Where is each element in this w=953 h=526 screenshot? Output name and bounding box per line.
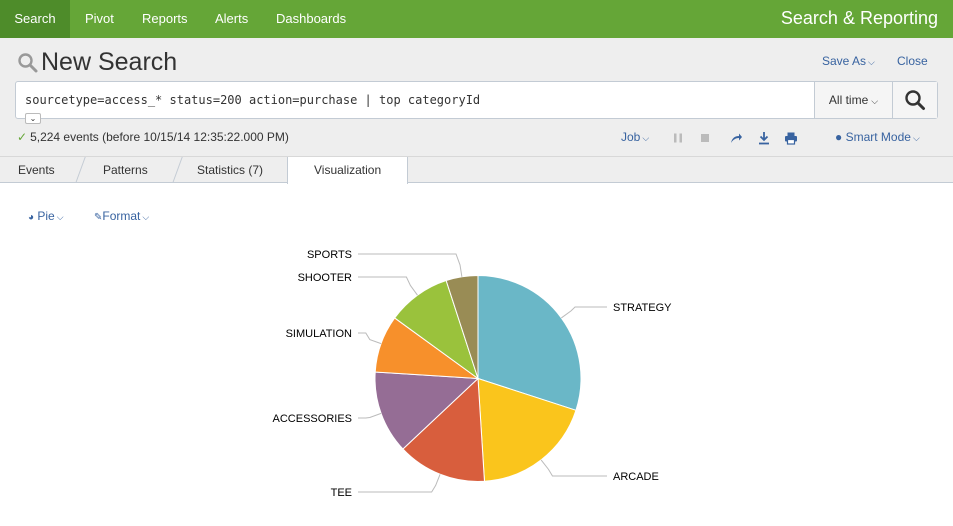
- chart-type-label: Pie: [37, 209, 55, 223]
- time-range-label: All time: [828, 93, 869, 107]
- print-icon[interactable]: [784, 131, 798, 145]
- leader-line-tee: [358, 474, 441, 493]
- tab-patterns[interactable]: Patterns: [103, 157, 148, 183]
- save-as-label: Save As: [822, 54, 867, 68]
- chevron-down-icon: ⌵: [142, 212, 150, 222]
- leader-line-simulation: [358, 332, 382, 345]
- slice-label-shooter: SHOOTER: [298, 272, 352, 284]
- chevron-down-icon: ⌵: [871, 96, 879, 106]
- search-mode-label: Smart Mode: [845, 130, 911, 144]
- job-menu[interactable]: Job ⌵: [621, 130, 649, 144]
- format-label: Format: [102, 209, 141, 223]
- nav-item-dashboards[interactable]: Dashboards: [276, 0, 346, 38]
- job-label: Job: [621, 130, 641, 144]
- pie-chart-icon: ◕: [28, 212, 35, 223]
- nav-item-search[interactable]: Search: [0, 0, 70, 38]
- search-header: New Search Save As ⌵ Close sourcetype=acc…: [0, 38, 953, 157]
- leader-line-accessories: [358, 412, 382, 419]
- chevron-down-icon: ⌵: [56, 212, 64, 222]
- tab-events[interactable]: Events: [18, 157, 55, 183]
- save-as-menu[interactable]: Save As ⌵: [822, 54, 875, 68]
- checkmark-icon: ✓: [17, 130, 28, 144]
- slice-label-simulation: SIMULATION: [286, 328, 352, 340]
- pie-chart: STRATEGY ARCADE TEE ACCESSORIES SIMULATION SH…: [273, 249, 673, 499]
- results-tabs: Events Patterns Statistics (7) Visualiza…: [0, 157, 953, 184]
- export-icon[interactable]: [757, 131, 771, 145]
- leader-line-strategy: [561, 306, 607, 319]
- leader-line-shooter: [358, 276, 418, 296]
- close-button[interactable]: Close: [897, 54, 928, 68]
- search-input[interactable]: sourcetype=access_* status=200 action=pu…: [25, 93, 480, 107]
- chevron-down-icon: ⌵: [868, 57, 875, 67]
- search-icon: [905, 90, 925, 110]
- chart-type-menu[interactable]: ◕ Pie ⌵: [28, 209, 64, 223]
- pause-icon[interactable]: [671, 131, 685, 145]
- slice-label-tee: TEE: [331, 487, 352, 499]
- nav-item-pivot[interactable]: Pivot: [85, 0, 114, 38]
- tab-visualization[interactable]: Visualization: [287, 157, 409, 184]
- event-count-text: 5,224 events (before 10/15/14 12:35:22.0…: [30, 130, 289, 144]
- time-range-picker[interactable]: All time ⌵: [814, 82, 892, 118]
- format-menu[interactable]: ✎Format ⌵: [94, 209, 149, 223]
- leader-line-sports: [358, 253, 463, 277]
- tab-divider: [172, 157, 183, 183]
- event-status: ✓ 5,224 events (before 10/15/14 12:35:22.…: [17, 130, 289, 144]
- stop-icon[interactable]: [698, 131, 712, 145]
- slice-label-accessories: ACCESSORIES: [273, 413, 352, 425]
- app-title: Search & Reporting: [780, 8, 938, 28]
- slice-label-strategy: STRATEGY: [613, 302, 672, 314]
- search-mode-menu[interactable]: ● Smart Mode ⌵: [835, 130, 920, 144]
- chevron-down-icon: ⌵: [912, 133, 920, 143]
- tab-divider: [75, 157, 86, 183]
- top-nav-bar: Search Pivot Reports Alerts Dashboards S…: [0, 0, 953, 38]
- chevron-down-icon: ⌄: [29, 114, 37, 123]
- lightbulb-icon: ●: [835, 130, 843, 144]
- tab-statistics[interactable]: Statistics (7): [197, 157, 263, 183]
- chevron-down-icon: ⌵: [642, 133, 650, 143]
- search-bar: sourcetype=access_* status=200 action=pu…: [15, 81, 938, 124]
- slice-label-sports: SPORTS: [307, 249, 352, 261]
- slice-label-arcade: ARCADE: [613, 471, 659, 483]
- nav-item-alerts[interactable]: Alerts: [215, 0, 248, 38]
- search-icon: [18, 53, 38, 73]
- expand-search-button[interactable]: ⌄: [25, 113, 41, 124]
- page-title: New Search: [41, 48, 178, 76]
- share-icon[interactable]: [729, 131, 743, 145]
- leader-line-arcade: [540, 459, 607, 477]
- nav-item-reports[interactable]: Reports: [142, 0, 188, 38]
- search-button[interactable]: [892, 82, 937, 118]
